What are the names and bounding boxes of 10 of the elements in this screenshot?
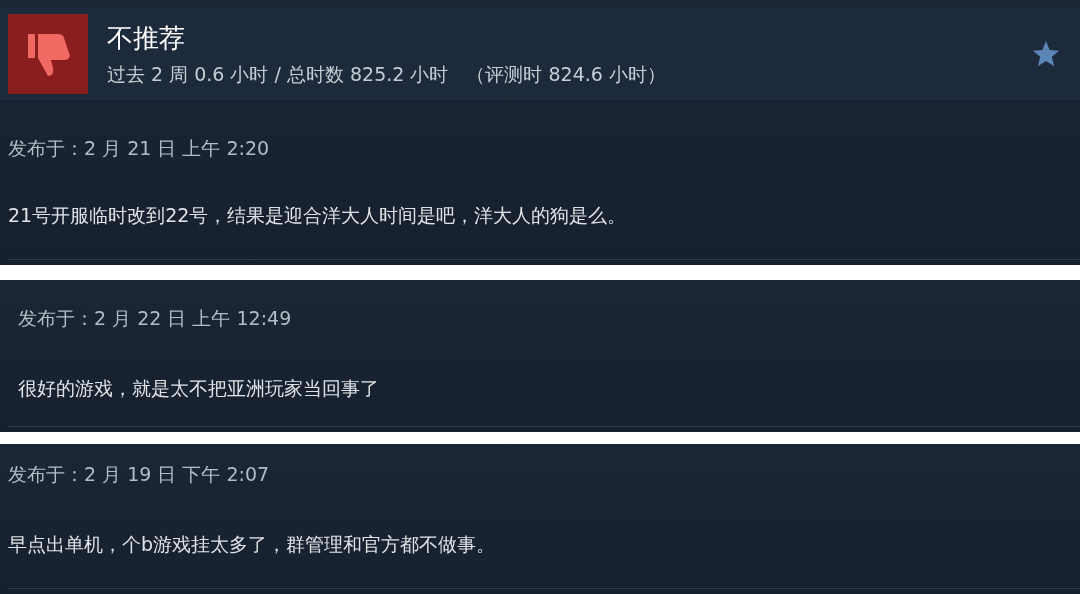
post-date: 发布于：2 月 21 日 上午 2:20 bbox=[8, 136, 271, 161]
review-text: 21号开服临时改到22号，结果是迎合洋大人时间是吧，洋大人的狗是么。 bbox=[8, 203, 628, 228]
post-date: 发布于：2 月 19 日 下午 2:07 bbox=[8, 462, 271, 487]
review-playtime: （评测时 824.6 小时） bbox=[466, 62, 666, 87]
review-text: 很好的游戏，就是太不把亚洲玩家当回事了 bbox=[18, 376, 380, 401]
review-verdict: 不推荐 bbox=[107, 22, 186, 55]
review-text: 早点出单机，个b游戏挂太多了，群管理和官方都不做事。 bbox=[8, 532, 497, 557]
playtime-text: 过去 2 周 0.6 小时 / 总时数 825.2 小时 bbox=[107, 62, 449, 87]
post-date: 发布于：2 月 22 日 上午 12:49 bbox=[18, 306, 293, 331]
star-icon[interactable] bbox=[1032, 40, 1060, 68]
